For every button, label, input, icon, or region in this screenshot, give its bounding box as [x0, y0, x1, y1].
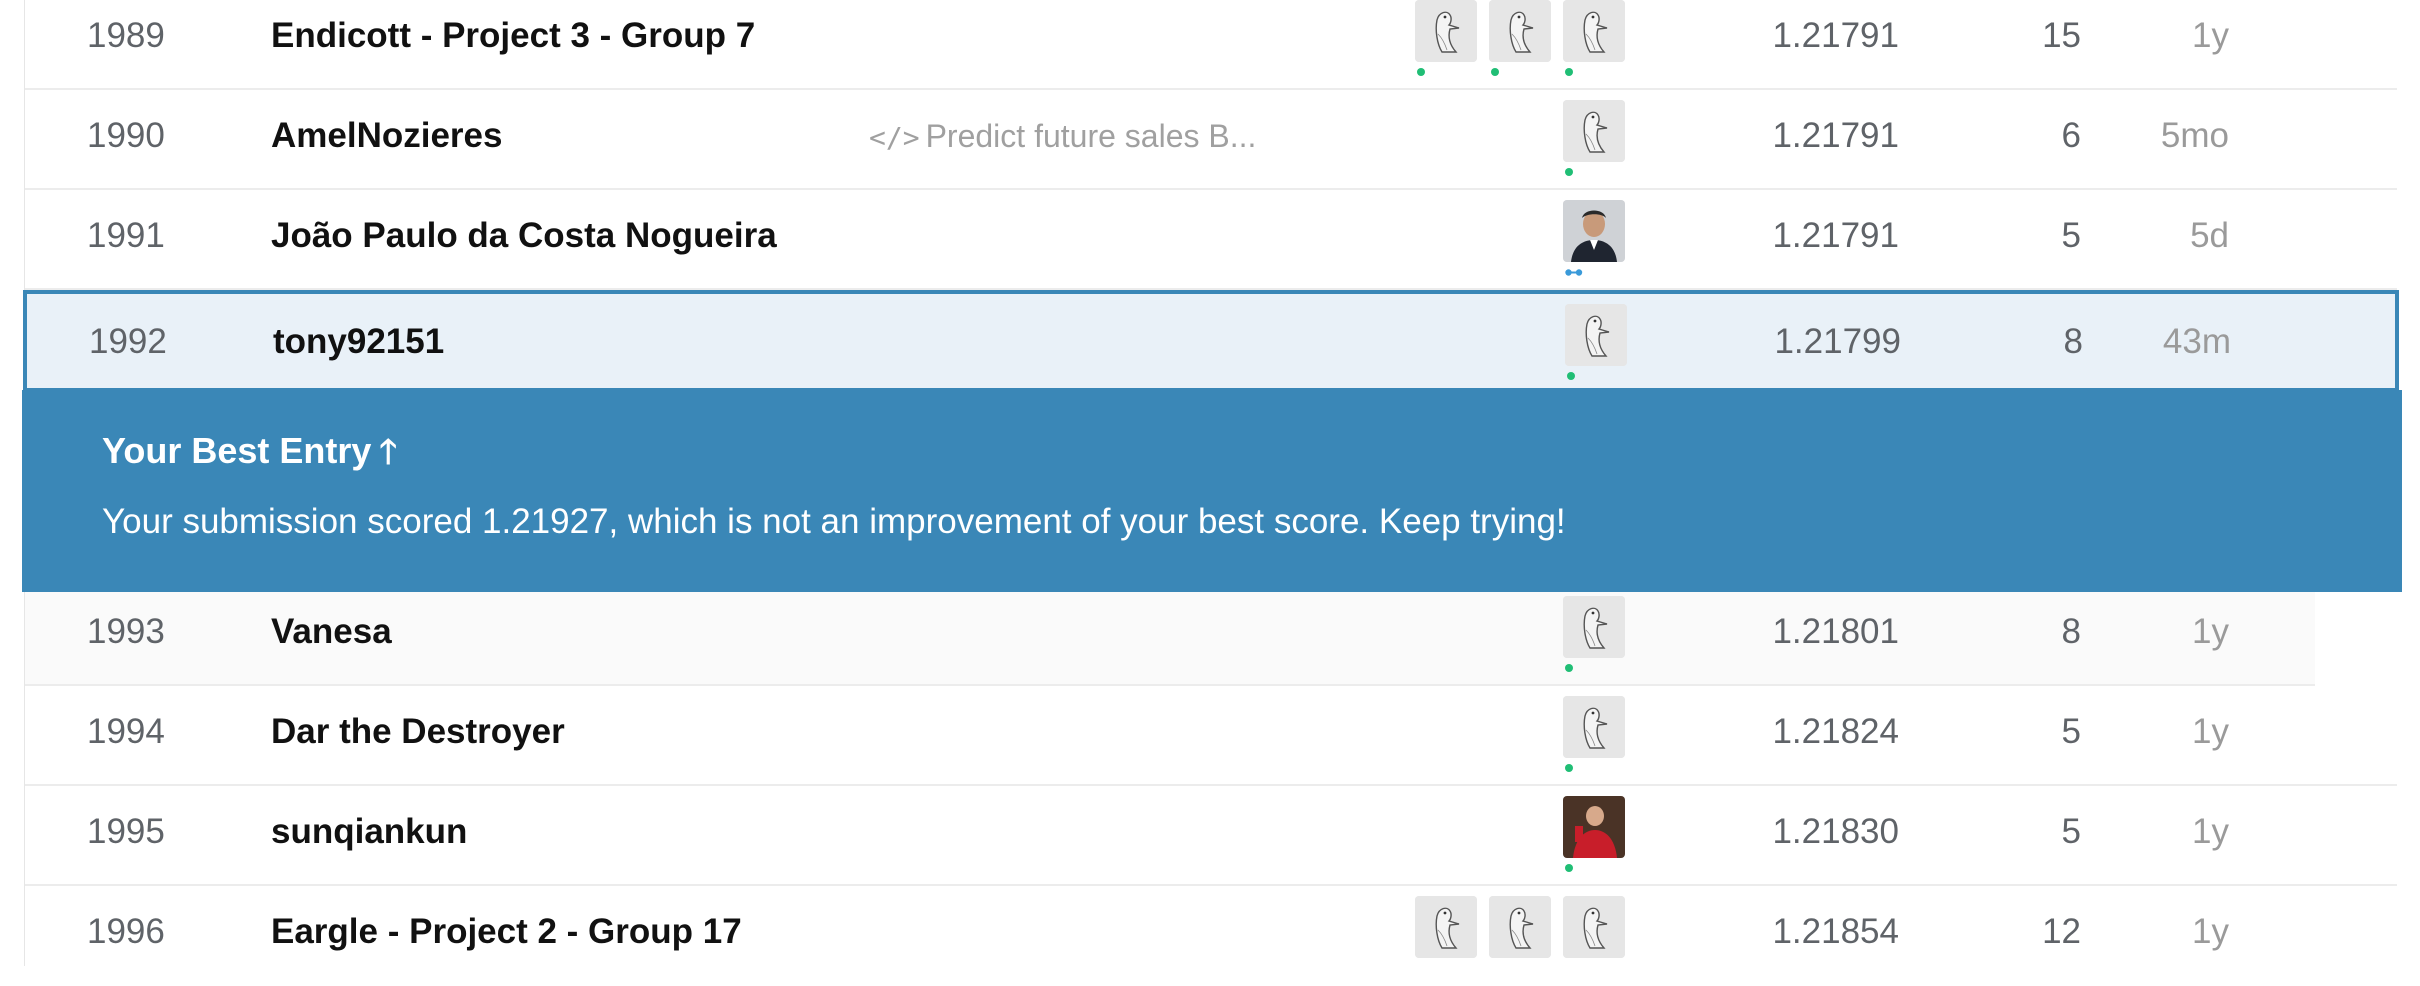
goose-avatar-icon[interactable] [1415, 0, 1477, 76]
goose-avatar-icon[interactable] [1563, 896, 1625, 958]
score-cell: 1.21799 [1774, 322, 1901, 361]
team-name-link[interactable]: Eargle - Project 2 - Group 17 [271, 890, 742, 974]
team-members [1563, 596, 1625, 672]
team-name-link[interactable]: Endicott - Project 3 - Group 7 [271, 0, 755, 78]
last-submission-cell: 5d [2190, 216, 2229, 255]
kernel-link[interactable]: </> Predict future sales B... [869, 94, 1256, 180]
leaderboard-row[interactable]: 1990 AmelNozieres </> Predict future sale… [25, 94, 2397, 190]
entries-cell: 8 [2063, 322, 2083, 361]
score-cell: 1.21791 [1772, 16, 1899, 55]
banner-title-text: Your Best Entry [102, 430, 372, 471]
leaderboard-row[interactable]: 1989 Endicott - Project 3 - Group 7 1.21… [25, 0, 2397, 90]
last-submission-cell: 1y [2192, 912, 2229, 951]
team-members [1563, 100, 1625, 176]
best-entry-banner: Your Best Entry 🡑 Your submission scored … [22, 390, 2402, 592]
score-cell: 1.21824 [1772, 712, 1899, 751]
banner-message: Your submission scored 1.21927, which is… [102, 502, 1566, 541]
score-cell: 1.21791 [1772, 116, 1899, 155]
leaderboard-row[interactable]: 1993 Vanesa 1.21801 8 1y [25, 590, 2315, 686]
entries-cell: 5 [2061, 812, 2081, 851]
rank-cell: 1991 [87, 216, 165, 255]
tier-dots-icon [1565, 269, 1583, 276]
online-dot [1565, 764, 1573, 772]
last-submission-cell: 1y [2192, 16, 2229, 55]
team-members [1563, 796, 1625, 872]
last-submission-cell: 1y [2192, 712, 2229, 751]
goose-avatar-icon[interactable] [1489, 0, 1551, 76]
user-photo-avatar[interactable] [1563, 200, 1625, 276]
online-dot [1565, 864, 1573, 872]
rank-cell: 1989 [87, 16, 165, 55]
rank-cell: 1992 [89, 322, 167, 361]
last-submission-cell: 1y [2192, 812, 2229, 851]
entries-cell: 15 [2042, 16, 2081, 55]
entries-cell: 5 [2061, 216, 2081, 255]
team-name-link[interactable]: Vanesa [271, 590, 392, 674]
online-dot [1417, 68, 1425, 76]
team-members [1415, 896, 1625, 958]
online-dot [1565, 68, 1573, 76]
rank-cell: 1996 [87, 912, 165, 951]
online-dot [1567, 372, 1575, 380]
score-cell: 1.21791 [1772, 216, 1899, 255]
kernel-title: Predict future sales B... [925, 118, 1257, 154]
team-name-link[interactable]: João Paulo da Costa Nogueira [271, 194, 777, 278]
goose-avatar-icon[interactable] [1563, 100, 1625, 176]
rank-cell: 1995 [87, 812, 165, 851]
score-cell: 1.21854 [1772, 912, 1899, 951]
leaderboard-row[interactable]: 1991 João Paulo da Costa Nogueira 1.2179… [25, 194, 2397, 290]
banner-title: Your Best Entry 🡑 [102, 428, 397, 485]
team-members [1563, 200, 1625, 276]
leaderboard-row[interactable]: 1994 Dar the Destroyer 1.21824 5 1y [25, 690, 2397, 786]
user-photo-avatar[interactable] [1563, 796, 1625, 872]
entries-cell: 6 [2061, 116, 2081, 155]
code-icon: </> [869, 121, 920, 154]
online-dot [1491, 68, 1499, 76]
rank-cell: 1993 [87, 612, 165, 651]
last-submission-cell: 1y [2192, 612, 2229, 651]
team-members [1563, 696, 1625, 772]
team-name-link[interactable]: tony92151 [273, 294, 444, 390]
goose-avatar-icon[interactable] [1565, 304, 1627, 380]
last-submission-cell: 5mo [2160, 116, 2229, 155]
entries-cell: 5 [2061, 712, 2081, 751]
leaderboard-row[interactable]: 1995 sunqiankun 1.21830 5 1y [25, 790, 2397, 886]
goose-avatar-icon[interactable] [1563, 596, 1625, 672]
leaderboard-row[interactable]: 1996 Eargle - Project 2 - Group 17 1.218… [25, 890, 2397, 986]
goose-avatar-icon[interactable] [1563, 696, 1625, 772]
rank-cell: 1994 [87, 712, 165, 751]
team-name-link[interactable]: AmelNozieres [271, 94, 502, 178]
online-dot [1565, 664, 1573, 672]
goose-avatar-icon[interactable] [1489, 896, 1551, 958]
online-dot [1565, 168, 1573, 176]
team-members [1415, 0, 1625, 76]
my-leaderboard-row[interactable]: 1992 tony92151 1.21799 8 43m [23, 290, 2399, 392]
goose-avatar-icon[interactable] [1415, 896, 1477, 958]
goose-avatar-icon[interactable] [1563, 0, 1625, 76]
team-name-link[interactable]: Dar the Destroyer [271, 690, 565, 774]
score-cell: 1.21801 [1772, 612, 1899, 651]
entries-cell: 8 [2061, 612, 2081, 651]
rank-cell: 1990 [87, 116, 165, 155]
arrow-up-icon: 🡑 [379, 433, 398, 471]
score-cell: 1.21830 [1772, 812, 1899, 851]
last-submission-cell: 43m [2162, 322, 2231, 361]
team-name-link[interactable]: sunqiankun [271, 790, 467, 874]
team-members [1565, 304, 1627, 380]
entries-cell: 12 [2042, 912, 2081, 951]
